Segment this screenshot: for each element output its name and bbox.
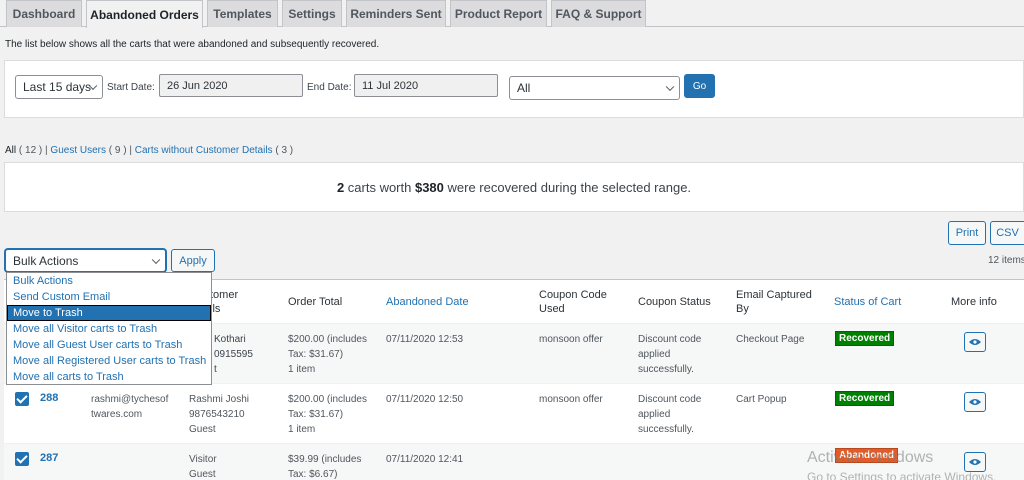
start-date-label: Start Date: bbox=[107, 82, 155, 93]
view-no-details-count: ( 3 ) bbox=[275, 145, 294, 156]
eye-icon bbox=[969, 459, 981, 465]
abandoned-date: 07/11/2020 12:53 bbox=[386, 334, 464, 345]
status-badge: Recovered bbox=[835, 391, 895, 406]
end-date-label: End Date: bbox=[307, 82, 352, 93]
bulk-actions-value: Bulk Actions bbox=[13, 253, 79, 268]
row-checkbox[interactable] bbox=[15, 452, 29, 466]
status-filter-select[interactable]: All bbox=[509, 76, 680, 100]
table-row: 288 rashmi@tychesof twares.com Rashmi Jo… bbox=[4, 383, 1024, 443]
nav-tabs: Dashboard Abandoned Orders Templates Set… bbox=[0, 0, 1024, 28]
col-more-info: More info bbox=[951, 295, 997, 308]
view-details-button[interactable] bbox=[964, 392, 986, 412]
tab-templates[interactable]: Templates bbox=[207, 0, 278, 27]
coupon-code: monsoon offer bbox=[539, 394, 603, 405]
customer-email: rashmi@tychesof twares.com bbox=[91, 394, 169, 420]
summary-amount: $380 bbox=[414, 179, 444, 195]
tab-reminders-sent[interactable]: Reminders Sent bbox=[346, 0, 446, 27]
tab-settings[interactable]: Settings bbox=[282, 0, 342, 27]
order-id-link[interactable]: 288 bbox=[40, 392, 58, 404]
eye-icon bbox=[969, 339, 981, 345]
coupon-status: Discount code applied successfully. bbox=[638, 334, 702, 375]
date-range-value: Last 15 days bbox=[23, 80, 92, 94]
tab-abandoned-orders[interactable]: Abandoned Orders bbox=[86, 0, 203, 28]
col-abandoned-date[interactable]: Abandoned Date bbox=[386, 280, 469, 324]
bulk-option-visitor-trash[interactable]: Move all Visitor carts to Trash bbox=[7, 321, 211, 337]
bulk-option-guest-trash[interactable]: Move all Guest User carts to Trash bbox=[7, 337, 211, 353]
recovery-summary: 2 carts worth $380 were recovered during… bbox=[4, 162, 1024, 212]
activation-watermark: Activate Windows bbox=[807, 449, 934, 466]
print-button[interactable]: Print bbox=[948, 221, 986, 245]
chevron-down-icon bbox=[151, 255, 161, 264]
view-guest-users-link[interactable]: Guest Users bbox=[50, 145, 106, 156]
tab-product-report[interactable]: Product Report bbox=[450, 0, 547, 27]
bulk-actions-select[interactable]: Bulk Actions bbox=[5, 249, 166, 272]
csv-button[interactable]: CSV bbox=[990, 221, 1024, 245]
go-button[interactable]: Go bbox=[684, 74, 715, 98]
abandoned-date: 07/11/2020 12:41 bbox=[386, 454, 464, 465]
end-date-input[interactable]: 11 Jul 2020 bbox=[354, 74, 498, 97]
col-coupon-status: Coupon Status bbox=[638, 295, 711, 308]
order-total: $200.00 (includes Tax: $31.67) 1 item bbox=[288, 394, 367, 435]
email-captured-by: Cart Popup bbox=[736, 394, 787, 405]
col-order-total: Order Total bbox=[288, 295, 343, 308]
view-details-button[interactable] bbox=[964, 452, 986, 472]
bulk-option-bulk-actions[interactable]: Bulk Actions bbox=[7, 273, 211, 289]
view-filters: All ( 12 ) | Guest Users ( 9 ) | Carts w… bbox=[5, 145, 294, 156]
bulk-option-move-to-trash[interactable]: Move to Trash bbox=[7, 305, 211, 321]
tab-dashboard[interactable]: Dashboard bbox=[6, 0, 82, 27]
view-no-details-link[interactable]: Carts without Customer Details bbox=[135, 145, 273, 156]
col-customer-details[interactable]: tomer ils bbox=[210, 280, 260, 324]
summary-text-post: were recovered during the selected range… bbox=[443, 179, 692, 195]
order-id-link[interactable]: 287 bbox=[40, 452, 58, 464]
view-all-count: ( 12 ) bbox=[18, 145, 43, 156]
coupon-code: monsoon offer bbox=[539, 334, 603, 345]
customer-details: Rashmi Joshi 9876543210 Guest bbox=[189, 394, 250, 435]
start-date-input[interactable]: 26 Jun 2020 bbox=[159, 74, 303, 97]
chevron-down-icon bbox=[665, 82, 675, 92]
intro-text: The list below shows all the carts that … bbox=[5, 39, 380, 50]
summary-text-pre: carts worth bbox=[344, 179, 415, 195]
order-total: $200.00 (includes Tax: $31.67) 1 item bbox=[288, 334, 367, 375]
view-all-link[interactable]: All bbox=[5, 145, 16, 156]
abandoned-date: 07/11/2020 12:50 bbox=[386, 394, 464, 405]
col-status-of-cart[interactable]: Status of Cart bbox=[834, 280, 901, 324]
status-filter-value: All bbox=[517, 81, 531, 95]
col-email-captured: Email Captured By bbox=[736, 288, 812, 315]
bulk-actions-dropdown: Bulk Actions Send Custom Email Move to T… bbox=[6, 272, 212, 385]
row-checkbox[interactable] bbox=[15, 392, 29, 406]
bulk-option-registered-trash[interactable]: Move all Registered User carts to Trash bbox=[7, 353, 211, 369]
items-count: 12 items bbox=[988, 255, 1024, 266]
customer-details: Visitor Guest bbox=[189, 454, 217, 480]
tab-faq-support[interactable]: FAQ & Support bbox=[551, 0, 646, 27]
summary-count: 2 bbox=[336, 179, 345, 195]
coupon-status: Discount code applied successfully. bbox=[638, 394, 702, 435]
bulk-option-all-trash[interactable]: Move all carts to Trash bbox=[7, 369, 211, 385]
col-coupon-code: Coupon Code Used bbox=[539, 288, 607, 315]
view-details-button[interactable] bbox=[964, 332, 986, 352]
view-guest-count: ( 9 ) bbox=[108, 145, 127, 156]
email-captured-by: Checkout Page bbox=[736, 334, 805, 345]
activation-watermark-subtext: Go to Settings to activate Windows. bbox=[807, 470, 997, 480]
date-range-select[interactable]: Last 15 days bbox=[15, 75, 103, 99]
order-total: $39.99 (includes Tax: $6.67) bbox=[288, 454, 362, 480]
customer-details: Kothari 0915595 t bbox=[214, 334, 253, 375]
apply-button[interactable]: Apply bbox=[171, 249, 215, 272]
bulk-option-send-email[interactable]: Send Custom Email bbox=[7, 289, 211, 305]
eye-icon bbox=[969, 399, 981, 405]
status-badge: Recovered bbox=[835, 331, 895, 346]
filter-panel: Last 15 days Start Date: 26 Jun 2020 End… bbox=[4, 60, 1024, 118]
